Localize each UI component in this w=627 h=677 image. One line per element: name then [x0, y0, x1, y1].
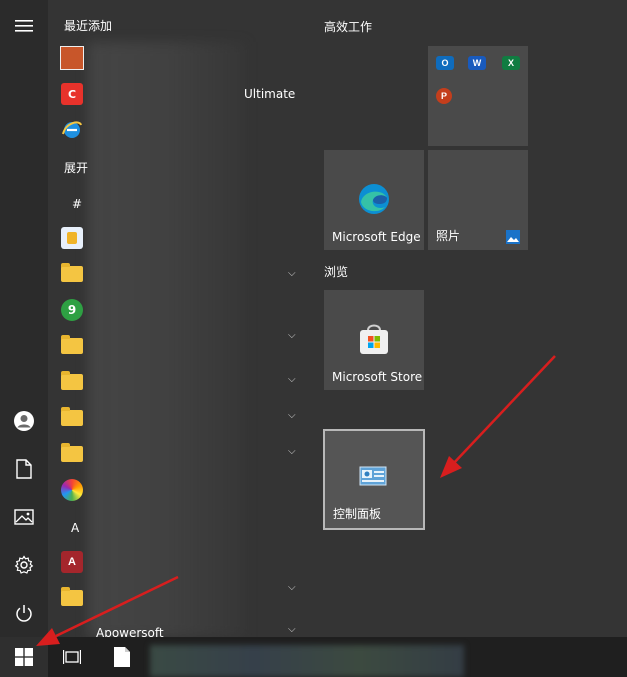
chevron-down-icon: ⌵ [288, 268, 296, 279]
settings-gear-icon [14, 555, 34, 574]
internet-explorer-icon [60, 118, 84, 142]
task-view-button[interactable] [56, 645, 88, 669]
group-label-productivity[interactable]: 高效工作 [324, 18, 372, 35]
control-panel-tile[interactable]: 控制面板 [323, 429, 425, 530]
photos-tile[interactable]: 照片 [428, 150, 528, 250]
user-avatar-icon [14, 411, 34, 431]
list-item[interactable]: C Ultimate [60, 78, 300, 110]
list-item[interactable]: A [60, 546, 300, 578]
list-item[interactable]: ⌵ [60, 330, 300, 362]
app-label-apowersoft: Apowersoft [96, 626, 164, 637]
store-icon [360, 324, 388, 354]
recently-added-header: 最近添加 [64, 19, 113, 33]
store-tile-label: Microsoft Store [332, 370, 423, 384]
start-button[interactable] [0, 637, 48, 677]
office-apps-tile[interactable]: O W X P [428, 46, 528, 146]
control-panel-tile-label: 控制面板 [333, 507, 382, 521]
list-item[interactable]: ⌵ [60, 582, 300, 614]
excel-icon: X [502, 56, 520, 70]
app-icon [60, 226, 84, 250]
start-menu-rail [0, 0, 48, 637]
list-item[interactable] [60, 114, 300, 146]
taskbar [0, 637, 627, 677]
folder-icon [60, 442, 84, 466]
word-icon: W [468, 56, 486, 70]
photos-tile-label: 照片 [436, 229, 461, 243]
start-menu: 最近添加 C Ultimate 展开 # ⌵ 9 ⌵ ⌵ ⌵ ⌵ A A ⌵ A… [0, 0, 627, 637]
list-item[interactable]: ⌵ [60, 366, 300, 398]
section-header-hash[interactable]: # [72, 197, 82, 211]
list-item[interactable]: 9 [60, 294, 300, 326]
power-button[interactable] [0, 589, 48, 637]
hamburger-menu-icon [15, 20, 33, 32]
folder-icon [60, 334, 84, 358]
list-item[interactable]: Apowersoft ⌵ [60, 620, 300, 637]
photos-icon [506, 230, 520, 244]
pictures-icon [14, 509, 34, 525]
power-icon [16, 605, 32, 622]
expand-button[interactable]: 展开 [64, 159, 88, 176]
control-panel-icon [359, 466, 387, 486]
edge-icon [359, 184, 389, 214]
app-icon [60, 478, 84, 502]
chevron-down-icon: ⌵ [288, 624, 296, 635]
powerpoint-icon: P [436, 88, 452, 104]
account-button[interactable] [0, 397, 48, 445]
windows-logo-icon [15, 648, 33, 666]
pictures-button[interactable] [0, 493, 48, 541]
list-item[interactable]: ⌵ [60, 258, 300, 290]
edge-tile-label: Microsoft Edge [332, 230, 421, 244]
folder-icon [60, 586, 84, 610]
list-item[interactable] [60, 42, 300, 74]
app-icon: 9 [60, 298, 84, 322]
app-icon [60, 46, 84, 70]
access-icon: A [60, 550, 84, 574]
list-item[interactable] [60, 474, 300, 506]
section-header-a[interactable]: A [71, 521, 79, 535]
task-view-icon [63, 650, 81, 664]
documents-icon [16, 459, 32, 479]
taskbar-file-button[interactable] [110, 643, 134, 671]
expand-menu-button[interactable] [0, 2, 48, 50]
group-label-browse[interactable]: 浏览 [324, 263, 348, 280]
list-item[interactable]: ⌵ [60, 438, 300, 470]
app-icon: C [60, 82, 84, 106]
app-label-ultimate: Ultimate [244, 87, 296, 101]
chevron-down-icon: ⌵ [288, 582, 296, 593]
settings-button[interactable] [0, 541, 48, 589]
outlook-icon: O [436, 56, 454, 70]
list-item[interactable]: ⌵ [60, 402, 300, 434]
folder-icon [60, 406, 84, 430]
folder-icon [60, 262, 84, 286]
list-item[interactable] [60, 222, 300, 254]
chevron-down-icon: ⌵ [288, 330, 296, 341]
blurred-taskbar-apps [150, 645, 464, 677]
chevron-down-icon: ⌵ [288, 410, 296, 421]
blank-file-icon [114, 647, 130, 667]
chevron-down-icon: ⌵ [288, 374, 296, 385]
documents-button[interactable] [0, 445, 48, 493]
chevron-down-icon: ⌵ [288, 446, 296, 457]
edge-tile[interactable]: Microsoft Edge [324, 150, 424, 250]
store-tile[interactable]: Microsoft Store [324, 290, 424, 390]
folder-icon [60, 370, 84, 394]
